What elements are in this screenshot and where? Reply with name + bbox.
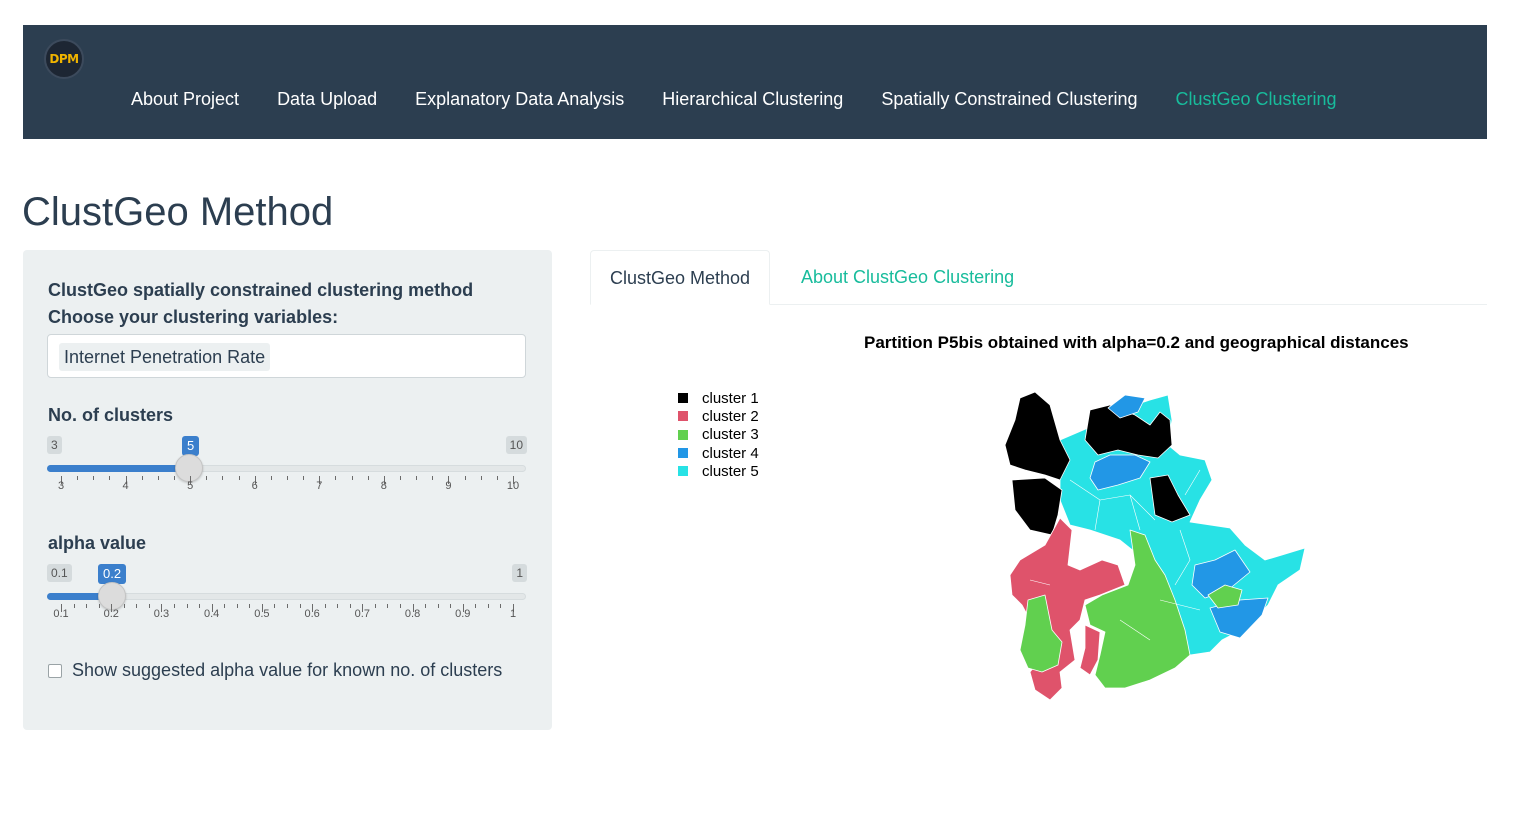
map-region-cluster-1 (1011, 477, 1063, 536)
cluster-map (1004, 391, 1306, 701)
map-region-cluster-1 (1004, 391, 1071, 481)
